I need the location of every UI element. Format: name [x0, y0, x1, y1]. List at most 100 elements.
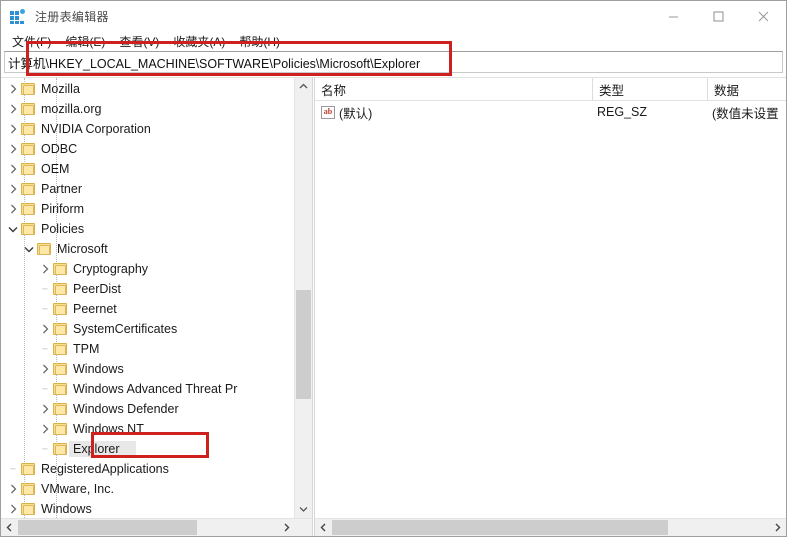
tree-node-windows-defender[interactable]: Windows Defender: [1, 399, 294, 419]
folder-icon: [21, 102, 36, 116]
chevron-right-icon[interactable]: [5, 479, 21, 499]
address-bar-text[interactable]: 计算机\HKEY_LOCAL_MACHINE\SOFTWARE\Policies…: [8, 53, 420, 72]
folder-icon: [53, 402, 68, 416]
value-list-horizontal-scrollbar[interactable]: [315, 518, 786, 536]
tree-node-mozilla-org[interactable]: mozilla.org: [1, 99, 294, 119]
menu-favorites[interactable]: 收藏夹(A): [166, 32, 232, 52]
chevron-right-icon[interactable]: [37, 359, 53, 379]
value-name-text: (默认): [339, 106, 373, 121]
tree-node-mozilla[interactable]: Mozilla: [1, 79, 294, 99]
chevron-right-icon[interactable]: [37, 259, 53, 279]
tree-node-label: Cryptography: [73, 262, 149, 276]
tree-node-partner[interactable]: Partner: [1, 179, 294, 199]
column-header-name[interactable]: 名称: [315, 78, 593, 100]
tree-scroll-thumb[interactable]: [296, 289, 311, 400]
value-row[interactable]: ab (默认) REG_SZ (数值未设置: [315, 101, 786, 123]
string-value-icon: ab: [321, 105, 335, 119]
tree-hscroll-track[interactable]: [18, 519, 278, 536]
window-controls: [651, 1, 786, 32]
chevron-right-icon[interactable]: [5, 119, 21, 139]
scroll-right-arrow[interactable]: [769, 519, 786, 536]
folder-icon: [53, 382, 68, 396]
chevron-right-icon[interactable]: [37, 319, 53, 339]
title-bar[interactable]: 注册表编辑器: [1, 1, 786, 32]
chevron-down-icon[interactable]: [21, 239, 37, 259]
scroll-down-arrow[interactable]: [295, 501, 312, 518]
tree-node-nvidia-corporation[interactable]: NVIDIA Corporation: [1, 119, 294, 139]
registry-editor-icon: [10, 8, 26, 25]
tree-node-label: Piriform: [41, 202, 85, 216]
column-header-type[interactable]: 类型: [593, 78, 708, 100]
chevron-right-icon[interactable]: [5, 79, 21, 99]
tree-node-odbc[interactable]: ODBC: [1, 139, 294, 159]
menu-view[interactable]: 查看(V): [112, 32, 166, 52]
tree-leaf-connector: ┈: [42, 443, 48, 454]
folder-icon: [21, 502, 36, 516]
folder-icon: [37, 242, 52, 256]
tree-node-piriform[interactable]: Piriform: [1, 199, 294, 219]
tree-leaf-connector: ┈: [42, 343, 48, 354]
menu-help[interactable]: 帮助(H): [232, 32, 287, 52]
value-hscroll-thumb[interactable]: [332, 520, 669, 535]
tree-node-label: ODBC: [41, 142, 78, 156]
tree-node-label: RegisteredApplications: [41, 462, 169, 476]
tree-node-microsoft[interactable]: Microsoft: [1, 239, 294, 259]
chevron-right-icon[interactable]: [37, 419, 53, 439]
tree-hscroll-thumb[interactable]: [18, 520, 198, 535]
tree-node-systemcertificates[interactable]: SystemCertificates: [1, 319, 294, 339]
tree-node-label: Windows: [41, 502, 92, 516]
registry-tree[interactable]: Mozilla mozilla.org NVIDIA Corporation ODBC…: [1, 78, 312, 518]
tree-node-label: OEM: [41, 162, 70, 176]
tree-node-oem[interactable]: OEM: [1, 159, 294, 179]
value-data-cell: (数值未设置: [712, 106, 779, 121]
folder-icon: [53, 342, 68, 356]
tree-node-registeredapplications[interactable]: ┈ RegisteredApplications: [1, 459, 294, 479]
scroll-up-arrow[interactable]: [295, 78, 312, 95]
menu-bar: 文件(F) 编辑(E) 查看(V) 收藏夹(A) 帮助(H): [1, 32, 786, 51]
chevron-right-icon[interactable]: [37, 399, 53, 419]
chevron-right-icon[interactable]: [5, 179, 21, 199]
chevron-right-icon[interactable]: [5, 199, 21, 219]
value-list-header: 名称 类型 数据: [315, 78, 786, 101]
tree-vertical-scrollbar[interactable]: [294, 78, 312, 518]
maximize-button[interactable]: [696, 1, 741, 32]
address-bar[interactable]: 计算机\HKEY_LOCAL_MACHINE\SOFTWARE\Policies…: [4, 51, 783, 73]
tree-node-tpm[interactable]: ┈ TPM: [1, 339, 294, 359]
scroll-left-arrow[interactable]: [1, 519, 18, 536]
registry-tree-pane: Mozilla mozilla.org NVIDIA Corporation ODBC…: [1, 78, 312, 536]
tree-node-windows[interactable]: Windows: [1, 499, 294, 518]
folder-icon: [21, 202, 36, 216]
scroll-left-arrow[interactable]: [315, 519, 332, 536]
tree-node-peernet[interactable]: ┈ Peernet: [1, 299, 294, 319]
column-header-data[interactable]: 数据: [708, 78, 786, 100]
tree-node-cryptography[interactable]: Cryptography: [1, 259, 294, 279]
tree-horizontal-scrollbar[interactable]: [1, 518, 312, 536]
tree-node-peerdist[interactable]: ┈ PeerDist: [1, 279, 294, 299]
value-name-cell[interactable]: ab (默认): [315, 103, 593, 122]
value-list-body[interactable]: ab (默认) REG_SZ (数值未设置: [315, 101, 786, 518]
tree-node-label: Mozilla: [41, 82, 80, 96]
value-hscroll-track[interactable]: [332, 519, 769, 536]
registry-values-pane: 名称 类型 数据 ab (默认) REG_SZ (数值未设置: [315, 78, 786, 536]
scroll-right-arrow[interactable]: [278, 519, 295, 536]
tree-node-label: mozilla.org: [41, 102, 102, 116]
close-button[interactable]: [741, 1, 786, 32]
chevron-right-icon[interactable]: [5, 499, 21, 518]
tree-node-policies[interactable]: Policies: [1, 219, 294, 239]
folder-icon: [21, 462, 36, 476]
chevron-right-icon[interactable]: [5, 159, 21, 179]
menu-file[interactable]: 文件(F): [5, 32, 58, 52]
tree-node-explorer[interactable]: ┈ Explorer: [1, 439, 294, 459]
tree-node-label: SystemCertificates: [73, 322, 178, 336]
tree-node-label: Microsoft: [57, 242, 108, 256]
tree-node-windows-advanced-threat-pr[interactable]: ┈ Windows Advanced Threat Pr: [1, 379, 294, 399]
minimize-button[interactable]: [651, 1, 696, 32]
tree-node-windows[interactable]: Windows: [1, 359, 294, 379]
menu-edit[interactable]: 编辑(E): [58, 32, 112, 52]
chevron-down-icon[interactable]: [5, 219, 21, 239]
chevron-right-icon[interactable]: [5, 139, 21, 159]
folder-icon: [53, 422, 68, 436]
chevron-right-icon[interactable]: [5, 99, 21, 119]
tree-node-windows-nt[interactable]: Windows NT: [1, 419, 294, 439]
tree-node-vmware-inc[interactable]: VMware, Inc.: [1, 479, 294, 499]
